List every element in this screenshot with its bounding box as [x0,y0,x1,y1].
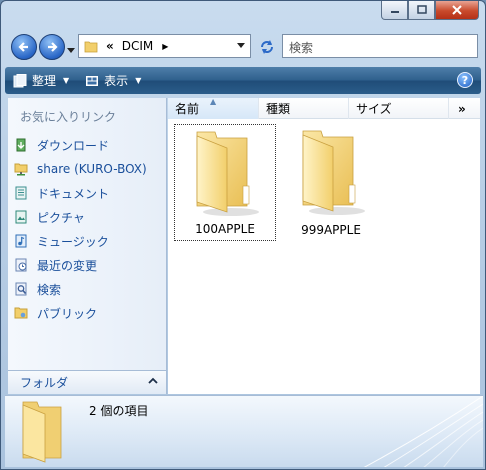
folder-item[interactable]: 100APPLE [174,124,276,241]
sidebar-item-public[interactable]: パブリック [14,301,147,325]
recent-changes-icon [14,258,28,272]
file-name: 100APPLE [195,222,255,236]
sidebar-item-label: ピクチャ [37,210,85,225]
public-folder-icon [14,306,28,320]
decorative-swoosh-icon [363,396,483,467]
address-overflow[interactable]: « [106,39,114,53]
breadcrumb-dcim[interactable]: DCIM [122,39,154,53]
folders-toggle[interactable]: フォルダ [8,370,167,394]
close-button[interactable] [435,1,479,20]
sidebar-item-label: ドキュメント [37,186,110,201]
music-icon [14,234,28,248]
chevron-up-icon [148,377,158,384]
sidebar-item-label: 検索 [37,282,62,297]
column-name[interactable]: 名前 ▲ [168,97,259,119]
downloads-icon [14,138,28,152]
folder-item[interactable]: 999APPLE [280,124,382,241]
refresh-icon [261,40,273,54]
column-type-label: 種類 [266,102,291,116]
address-bar[interactable]: « DCIM ▶ [78,34,251,58]
sidebar-item-label: ミュージック [37,234,109,249]
organize-icon [13,73,27,87]
chevron-down-icon: ▼ [135,76,142,85]
folder-icon [84,41,98,52]
sidebar-item-recent-changes[interactable]: 最近の変更 [14,253,147,277]
sidebar-item-share[interactable]: share (KURO-BOX) [14,157,147,181]
minimize-button[interactable] [381,1,408,20]
sort-ascending-icon: ▲ [210,97,217,106]
column-header: 名前 ▲ 種類 サイズ » [168,97,480,119]
sidebar-item-pictures[interactable]: ピクチャ [14,205,147,229]
back-button[interactable] [11,34,37,60]
folders-label: フォルダ [20,376,69,390]
sidebar-item-label: パブリック [37,306,98,321]
recent-pages-dropdown[interactable] [67,43,75,57]
chevron-down-icon [67,48,75,53]
navigation-pane: お気に入りリンク ダウンロード share (KURO-BOX) ドキュメント … [8,98,167,393]
minimize-icon [390,11,399,13]
item-count: 2 個の項目 [89,404,149,418]
column-overflow-button[interactable]: » [451,98,480,119]
explorer-window: « DCIM ▶ 検索 整理 ▼ 表示 ▼ ? お気に入りリンク ダウンロード … [0,0,486,470]
folder-large-icon [196,131,259,216]
sidebar-item-downloads[interactable]: ダウンロード [14,133,147,157]
sidebar-item-label: ダウンロード [37,138,110,153]
address-dropdown-icon[interactable] [237,43,245,49]
sidebar-item-search[interactable]: 検索 [14,277,147,301]
pictures-icon [14,210,28,224]
details-pane: 2 個の項目 [5,395,483,467]
forward-button[interactable] [39,34,65,60]
column-type[interactable]: 種類 [259,98,349,119]
folder-large-icon [22,401,62,463]
command-bar: 整理 ▼ 表示 ▼ ? [5,67,481,94]
refresh-button[interactable] [257,37,277,57]
chevron-down-icon: ▼ [63,76,70,85]
file-name: 999APPLE [301,223,361,237]
file-list-pane: 名前 ▲ 種類 サイズ » 100APPLE 999APPLE [168,97,480,394]
breadcrumb-arrow-icon[interactable]: ▶ [162,42,168,51]
organize-label: 整理 [32,74,57,88]
maximize-button[interactable] [408,1,435,20]
search-icon [14,282,28,296]
view-icon [86,75,99,86]
column-size[interactable]: サイズ [349,98,449,119]
view-label: 表示 [104,74,129,88]
folder-large-icon [302,130,365,215]
sidebar-item-label: 最近の変更 [37,258,98,273]
sidebar-item-documents[interactable]: ドキュメント [14,181,147,205]
sidebar-item-music[interactable]: ミュージック [14,229,147,253]
close-icon [452,5,462,15]
column-size-label: サイズ [356,102,392,116]
network-folder-icon [14,162,28,176]
search-input[interactable]: 検索 [282,34,478,58]
maximize-icon [416,5,427,14]
sidebar-item-label: share (KURO-BOX) [37,162,147,176]
favorite-links-list: ダウンロード share (KURO-BOX) ドキュメント ピクチャ ミュージ… [14,133,147,325]
documents-icon [14,186,28,200]
arrow-left-icon [18,42,28,52]
column-name-label: 名前 [175,102,200,116]
help-button[interactable]: ? [457,72,473,88]
caption-buttons [381,1,479,21]
favorite-links-header: お気に入りリンク [20,110,117,124]
view-button[interactable]: 表示 ▼ [77,67,149,94]
organize-button[interactable]: 整理 ▼ [5,67,77,94]
arrow-right-icon [48,42,58,52]
